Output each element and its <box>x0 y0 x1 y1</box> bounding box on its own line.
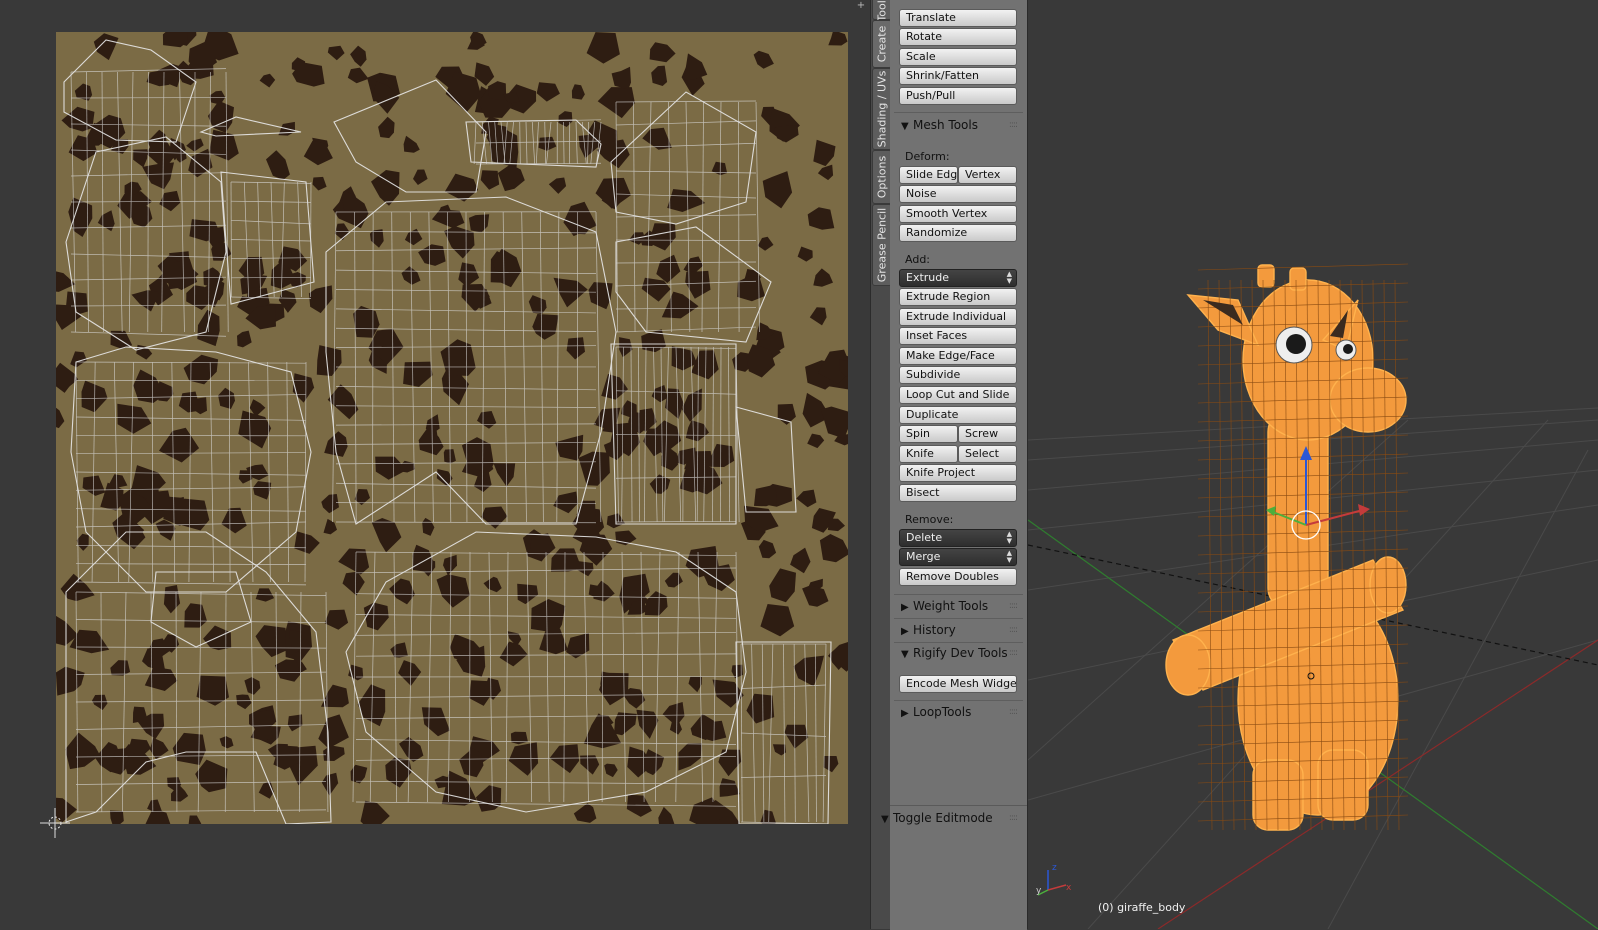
mesh-edge <box>1395 280 1399 830</box>
tab-tools[interactable]: Tools <box>872 0 892 20</box>
scale-button[interactable]: Scale <box>899 48 1017 66</box>
knife-project-button[interactable]: Knife Project <box>899 464 1017 482</box>
svg-text:y: y <box>1036 886 1042 896</box>
drag-grip-icon[interactable]: :::: <box>1009 114 1017 136</box>
tab-options[interactable]: Options <box>872 150 892 204</box>
spin-button[interactable]: Spin <box>899 425 958 443</box>
duplicate-button[interactable]: Duplicate <box>899 406 1017 424</box>
extrude-individual-button[interactable]: Extrude Individual <box>899 308 1017 326</box>
knife-button[interactable]: Knife <box>899 445 958 463</box>
merge-label: Merge <box>906 550 940 563</box>
delete-dropdown[interactable]: Delete ▲▼ <box>899 529 1017 547</box>
rigify-dev-tools-panel-header[interactable]: ▼Rigify Dev Tools :::: <box>894 642 1023 664</box>
toolshelf-tabs: Tools Create Shading / UVs Options Greas… <box>870 0 891 929</box>
encode-mesh-widget-button[interactable]: Encode Mesh Widge... <box>899 675 1017 693</box>
plus-icon[interactable]: + <box>855 0 867 12</box>
triangle-down-icon: ▼ <box>881 809 893 831</box>
smooth-vertex-button[interactable]: Smooth Vertex <box>899 205 1017 223</box>
2d-cursor-icon[interactable] <box>40 808 70 838</box>
panel-title: Rigify Dev Tools <box>913 646 1008 660</box>
remove-doubles-button[interactable]: Remove Doubles <box>899 568 1017 586</box>
toggle-editmode-panel-header[interactable]: ▼Toggle Editmode :::: <box>874 807 1023 829</box>
view-axis-widget: z y x <box>1036 863 1072 896</box>
updown-arrows-icon: ▲▼ <box>1007 531 1012 545</box>
vertex-button[interactable]: Vertex <box>958 166 1017 184</box>
extrude-region-button[interactable]: Extrude Region <box>899 288 1017 306</box>
svg-text:z: z <box>1052 863 1057 873</box>
subdivide-button[interactable]: Subdivide <box>899 366 1017 384</box>
delete-label: Delete <box>906 531 942 544</box>
screw-button[interactable]: Screw <box>958 425 1017 443</box>
rotate-button[interactable]: Rotate <box>899 28 1017 46</box>
deform-label: Deform: <box>905 150 950 163</box>
uv-image-editor[interactable]: + <box>0 0 870 929</box>
triangle-down-icon: ▼ <box>901 116 913 138</box>
uv-texture-canvas[interactable] <box>56 32 848 824</box>
updown-arrows-icon: ▲▼ <box>1007 550 1012 564</box>
randomize-button[interactable]: Randomize <box>899 224 1017 242</box>
operator-panel: ▼Toggle Editmode :::: <box>890 805 1027 930</box>
drag-grip-icon[interactable]: :::: <box>1009 807 1017 829</box>
tab-shading-uvs[interactable]: Shading / UVs <box>872 68 892 150</box>
noise-button[interactable]: Noise <box>899 185 1017 203</box>
drag-grip-icon[interactable]: :::: <box>1009 642 1017 664</box>
3d-viewport[interactable]: z y x (0) giraffe_body <box>1028 0 1598 929</box>
tab-grease-pencil[interactable]: Grease Pencil <box>872 204 892 286</box>
svg-text:x: x <box>1066 883 1072 893</box>
panel-title: Mesh Tools <box>913 118 978 132</box>
viewport-scene[interactable]: z y x <box>1028 0 1598 929</box>
triangle-right-icon: ▶ <box>901 703 913 725</box>
knife-select-button[interactable]: Select <box>958 445 1017 463</box>
texture-spot <box>110 811 124 825</box>
drag-grip-icon[interactable]: :::: <box>1009 701 1017 723</box>
shrink-fatten-button[interactable]: Shrink/Fatten <box>899 67 1017 85</box>
drag-grip-icon[interactable]: :::: <box>1009 619 1017 641</box>
mesh-edge <box>1230 280 1234 830</box>
extrude-label: Extrude <box>906 271 949 284</box>
merge-dropdown[interactable]: Merge ▲▼ <box>899 548 1017 566</box>
updown-arrows-icon: ▲▼ <box>1007 271 1012 285</box>
remove-label: Remove: <box>905 513 953 526</box>
inset-faces-button[interactable]: Inset Faces <box>899 327 1017 345</box>
mesh-edge <box>1208 280 1212 830</box>
translate-button[interactable]: Translate <box>899 9 1017 27</box>
panel-title: Toggle Editmode <box>893 811 993 825</box>
push-pull-button[interactable]: Push/Pull <box>899 87 1017 105</box>
panel-title: History <box>913 623 956 637</box>
slide-edge-button[interactable]: Slide Edg <box>899 166 958 184</box>
divider <box>894 112 1023 113</box>
looptools-panel-header[interactable]: ▶LoopTools :::: <box>894 701 1023 723</box>
extrude-dropdown[interactable]: Extrude ▲▼ <box>899 269 1017 287</box>
mesh-tools-panel-header[interactable]: ▼Mesh Tools :::: <box>894 114 1023 136</box>
object-name-label: (0) giraffe_body <box>1098 901 1185 914</box>
triangle-down-icon: ▼ <box>901 644 913 666</box>
toolshelf: Translate Rotate Scale Shrink/Fatten Pus… <box>890 0 1028 929</box>
weight-tools-panel-header[interactable]: ▶Weight Tools :::: <box>894 595 1023 617</box>
history-panel-header[interactable]: ▶History :::: <box>894 619 1023 641</box>
drag-grip-icon[interactable]: :::: <box>1009 595 1017 617</box>
mesh-edge <box>1219 280 1223 830</box>
panel-title: LoopTools <box>913 705 971 719</box>
triangle-right-icon: ▶ <box>901 621 913 643</box>
panel-title: Weight Tools <box>913 599 988 613</box>
add-label: Add: <box>905 253 930 266</box>
bisect-button[interactable]: Bisect <box>899 484 1017 502</box>
triangle-right-icon: ▶ <box>901 597 913 619</box>
tab-create[interactable]: Create <box>872 20 892 68</box>
make-edge-face-button[interactable]: Make Edge/Face <box>899 347 1017 365</box>
loop-cut-button[interactable]: Loop Cut and Slide <box>899 386 1017 404</box>
